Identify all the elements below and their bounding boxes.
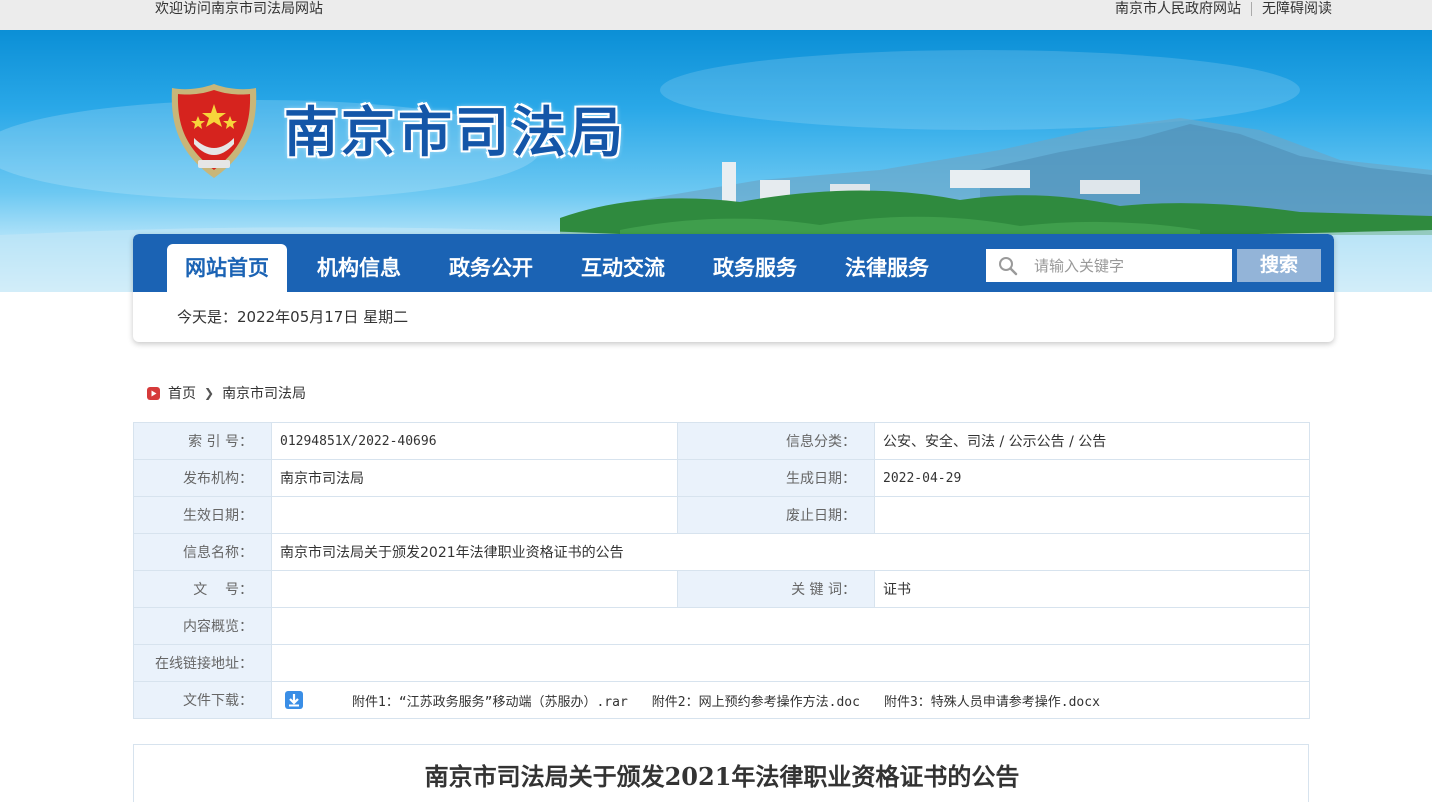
search-button[interactable]: 搜索	[1237, 249, 1321, 282]
keywords-label: 关 键 词：	[677, 570, 875, 608]
table-row: 在线链接地址：	[133, 644, 1310, 682]
site-title: 南京市司法局	[284, 100, 626, 164]
table-row: 内容概览：	[133, 607, 1310, 645]
table-row: 文件下载： 附件1：“江苏政务服务”移动端（苏服办）.rar 附件2：网上预约参…	[133, 681, 1310, 719]
search-icon	[999, 257, 1018, 276]
created-value: 2022-04-29	[874, 459, 1310, 497]
link-value	[271, 644, 1310, 682]
effective-value	[271, 496, 678, 534]
name-value: 南京市司法局关于颁发2021年法律职业资格证书的公告	[271, 533, 1310, 571]
table-row: 发布机构： 南京市司法局 生成日期： 2022-04-29	[133, 459, 1310, 497]
created-label: 生成日期：	[677, 459, 875, 497]
table-row: 文 号： 关 键 词： 证书	[133, 570, 1310, 608]
nav-gov-affairs[interactable]: 政务公开	[431, 244, 551, 292]
info-table: 索 引 号： 01294851X/2022-40696 信息分类： 公安、安全、…	[133, 422, 1310, 719]
name-label: 信息名称：	[133, 533, 272, 571]
play-icon	[147, 386, 160, 400]
attachment-1-link[interactable]: 附件1：“江苏政务服务”移动端（苏服办）.rar	[352, 691, 628, 710]
date-text: 今天是：2022年05月17日 星期二	[177, 308, 409, 326]
nav-gov-services[interactable]: 政务服务	[695, 244, 815, 292]
search-input[interactable]	[986, 249, 1232, 282]
welcome-text: 欢迎访问南京市司法局网站	[155, 1, 323, 17]
publisher-label: 发布机构：	[133, 459, 272, 497]
article-panel: 南京市司法局关于颁发2021年法律职业资格证书的公告	[133, 744, 1309, 802]
divider	[1251, 2, 1252, 16]
table-row: 生效日期： 废止日期：	[133, 496, 1310, 534]
summary-label: 内容概览：	[133, 607, 272, 645]
download-icon[interactable]	[284, 690, 304, 710]
main-nav: 网站首页 机构信息 政务公开 互动交流 政务服务 法律服务 搜索	[133, 234, 1334, 292]
category-label: 信息分类：	[677, 422, 875, 460]
expiry-value	[874, 496, 1310, 534]
nav-interaction[interactable]: 互动交流	[563, 244, 683, 292]
nav-home[interactable]: 网站首页	[167, 244, 287, 292]
article-title: 南京市司法局关于颁发2021年法律职业资格证书的公告	[424, 762, 1020, 791]
summary-value	[271, 607, 1310, 645]
attachment-3-link[interactable]: 附件3：特殊人员申请参考操作.docx	[884, 691, 1100, 710]
chevron-right-icon: ❯	[204, 386, 215, 400]
accessibility-link[interactable]: 无障碍阅读	[1262, 0, 1332, 18]
top-bar: 欢迎访问南京市司法局网站 南京市人民政府网站 无障碍阅读	[0, 0, 1432, 30]
breadcrumb: 首页 ❯ 南京市司法局	[147, 383, 306, 403]
expiry-label: 废止日期：	[677, 496, 875, 534]
gov-site-link[interactable]: 南京市人民政府网站	[1115, 0, 1241, 18]
top-links: 南京市人民政府网站 无障碍阅读	[1115, 0, 1332, 18]
link-label: 在线链接地址：	[133, 644, 272, 682]
breadcrumb-home[interactable]: 首页	[168, 383, 196, 403]
docno-value	[271, 570, 678, 608]
table-row: 信息名称： 南京市司法局关于颁发2021年法律职业资格证书的公告	[133, 533, 1310, 571]
table-row: 索 引 号： 01294851X/2022-40696 信息分类： 公安、安全、…	[133, 422, 1310, 460]
publisher-value: 南京市司法局	[271, 459, 678, 497]
nav-org-info[interactable]: 机构信息	[299, 244, 419, 292]
attachment-2-link[interactable]: 附件2：网上预约参考操作方法.doc	[652, 691, 860, 710]
attachments-cell: 附件1：“江苏政务服务”移动端（苏服办）.rar 附件2：网上预约参考操作方法.…	[271, 681, 1310, 719]
breadcrumb-current[interactable]: 南京市司法局	[222, 383, 306, 403]
court-emblem-icon	[171, 84, 257, 178]
index-value: 01294851X/2022-40696	[271, 422, 678, 460]
category-value: 公安、安全、司法 / 公示公告 / 公告	[874, 422, 1310, 460]
download-label: 文件下载：	[133, 681, 272, 719]
index-label: 索 引 号：	[133, 422, 272, 460]
docno-label: 文 号：	[133, 570, 272, 608]
nav-panel: 网站首页 机构信息 政务公开 互动交流 政务服务 法律服务 搜索 今天是：202…	[133, 234, 1334, 342]
keywords-value: 证书	[874, 570, 1310, 608]
effective-label: 生效日期：	[133, 496, 272, 534]
nav-legal-services[interactable]: 法律服务	[827, 244, 947, 292]
